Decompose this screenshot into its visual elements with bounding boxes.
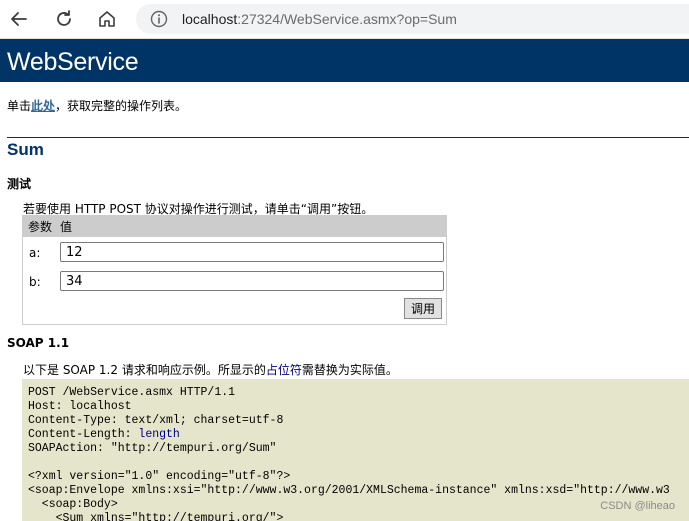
intro-text: 单击此处，获取完整的操作列表。 [7, 97, 187, 114]
reload-icon [57, 10, 71, 26]
divider [7, 137, 689, 138]
url-host: localhost [182, 11, 238, 27]
param-column-header: 参数 [28, 220, 53, 234]
code-line: <?xml version="1.0" encoding="utf-8"?> [28, 470, 290, 483]
soap-request-code: POST /WebService.asmx HTTP/1.1 Host: loc… [22, 379, 689, 521]
value-column-header: 值 [60, 220, 73, 234]
param-a-label: a: [29, 246, 41, 260]
soap-desc-suffix: 需替换为实际值。 [301, 363, 398, 377]
soap-description: 以下是 SOAP 1.2 请求和响应示例。所显示的占位符需替换为实际值。 [23, 361, 398, 378]
operations-list-link[interactable]: 此处 [31, 99, 55, 113]
param-b-label: b: [29, 275, 41, 289]
url-text[interactable]: localhost:27324/WebService.asmx?op=Sum [182, 11, 457, 27]
code-line: Content-Type: text/xml; charset=utf-8 [28, 414, 283, 427]
intro-suffix: ，获取完整的操作列表。 [55, 99, 188, 113]
address-bar[interactable]: localhost:27324/WebService.asmx?op=Sum [136, 4, 689, 34]
back-arrow-icon [11, 12, 27, 26]
page-title: WebService [7, 48, 139, 76]
code-text: Host: localhost [28, 400, 132, 413]
code-text: Content-Type: text/xml; charset=utf-8 [28, 414, 284, 427]
home-button[interactable] [91, 3, 123, 35]
operation-title: Sum [7, 140, 44, 159]
soap-request-sample: POST /WebService.asmx HTTP/1.1 Host: loc… [22, 379, 689, 521]
soap-heading: SOAP 1.1 [7, 336, 70, 350]
page-banner: WebService [0, 39, 689, 82]
code-text: <Sum xmlns="http://tempuri.org/"> [28, 512, 284, 521]
reload-button[interactable] [48, 3, 80, 35]
invoke-button[interactable]: 调用 [404, 298, 442, 319]
watermark: CSDN @liheao [600, 500, 675, 512]
soap-desc-prefix: 以下是 SOAP 1.2 请求和响应示例。所显示的 [23, 363, 266, 377]
test-heading: 测试 [7, 177, 32, 191]
test-form: 参数 值 a: 12 b: 34 调用 [22, 215, 447, 325]
intro-prefix: 单击 [7, 99, 32, 113]
browser-toolbar: localhost:27324/WebService.asmx?op=Sum [0, 0, 689, 39]
home-icon [99, 11, 115, 27]
code-line: POST /WebService.asmx HTTP/1.1 [28, 386, 235, 399]
back-button[interactable] [3, 3, 35, 35]
info-icon[interactable] [150, 10, 168, 28]
code-line: <Sum xmlns="http://tempuri.org/"> [28, 512, 284, 521]
code-text: SOAPAction: "http://tempuri.org/Sum" [28, 442, 277, 455]
code-line: <soap:Envelope xmlns:xsi="http://www.w3.… [28, 484, 670, 497]
code-line: SOAPAction: "http://tempuri.org/Sum" [28, 442, 276, 455]
page-content: 单击此处，获取完整的操作列表。 Sum 测试 若要使用 HTTP POST 协议… [0, 82, 689, 521]
code-text: <?xml version="1.0" encoding="utf-8"?> [28, 470, 291, 483]
code-text: Content-Length: [28, 428, 139, 441]
code-line: Content-Length: length [28, 428, 180, 441]
code-line: Host: localhost [28, 400, 132, 413]
param-b-input[interactable]: 34 [60, 271, 444, 291]
param-a-input[interactable]: 12 [60, 242, 444, 262]
param-table-header: 参数 值 [23, 216, 446, 237]
code-text: POST /WebService.asmx HTTP/1.1 [28, 386, 236, 399]
code-text: <soap:Envelope xmlns:xsi="http://www.w3.… [28, 484, 670, 497]
url-path: :27324/WebService.asmx?op=Sum [237, 11, 457, 27]
code-placeholder: length [138, 428, 180, 441]
code-line: <soap:Body> [28, 498, 118, 511]
soap-desc-placeholder: 占位符 [265, 363, 302, 377]
code-text: <soap:Body> [28, 498, 118, 511]
